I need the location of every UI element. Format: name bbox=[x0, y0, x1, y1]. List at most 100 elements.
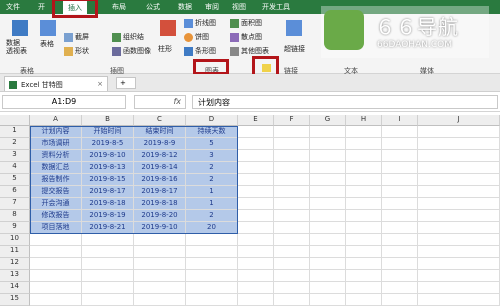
grid-cell[interactable] bbox=[418, 294, 500, 306]
grid-cell[interactable] bbox=[418, 150, 500, 162]
document-tab[interactable]: Excel 甘特图 × bbox=[4, 76, 108, 91]
new-tab-button[interactable]: + bbox=[116, 77, 136, 89]
grid-cell[interactable] bbox=[274, 174, 310, 186]
grid-cell[interactable] bbox=[238, 150, 274, 162]
row-header[interactable]: 10 bbox=[0, 234, 30, 246]
grid-cell[interactable] bbox=[346, 270, 382, 282]
col-header-j[interactable]: J bbox=[418, 115, 500, 126]
row-header[interactable]: 9 bbox=[0, 222, 30, 234]
grid-cell[interactable] bbox=[238, 174, 274, 186]
grid-cell[interactable] bbox=[310, 282, 346, 294]
grid-cell[interactable] bbox=[30, 282, 82, 294]
grid-cell[interactable] bbox=[346, 198, 382, 210]
close-icon[interactable]: × bbox=[97, 80, 103, 88]
grid-cell[interactable] bbox=[382, 138, 418, 150]
grid-cell[interactable] bbox=[382, 246, 418, 258]
row-header[interactable]: 11 bbox=[0, 246, 30, 258]
grid-cell[interactable] bbox=[310, 246, 346, 258]
grid-cell[interactable] bbox=[186, 294, 238, 306]
grid-cell[interactable] bbox=[310, 222, 346, 234]
grid-cell[interactable] bbox=[310, 126, 346, 138]
column-chart-button[interactable]: 柱形 bbox=[158, 44, 172, 54]
grid-cell[interactable] bbox=[418, 270, 500, 282]
tab-home[interactable]: 开 bbox=[38, 2, 45, 12]
grid-cell[interactable] bbox=[382, 294, 418, 306]
col-header-f[interactable]: F bbox=[274, 115, 310, 126]
grid-cell[interactable] bbox=[274, 222, 310, 234]
col-header-g[interactable]: G bbox=[310, 115, 346, 126]
table-button[interactable]: 表格 bbox=[40, 39, 54, 49]
grid-cell[interactable] bbox=[418, 222, 500, 234]
col-header-h[interactable]: H bbox=[346, 115, 382, 126]
grid-cell[interactable] bbox=[310, 210, 346, 222]
grid-cell[interactable] bbox=[274, 162, 310, 174]
scatter-chart-button[interactable]: 散点图 bbox=[230, 32, 262, 42]
grid-cell[interactable] bbox=[346, 162, 382, 174]
grid-cell[interactable] bbox=[274, 234, 310, 246]
row-header[interactable]: 12 bbox=[0, 258, 30, 270]
row-header[interactable]: 13 bbox=[0, 270, 30, 282]
row-header[interactable]: 3 bbox=[0, 150, 30, 162]
grid-cell[interactable] bbox=[238, 270, 274, 282]
grid-cell[interactable] bbox=[382, 222, 418, 234]
grid-cell[interactable] bbox=[382, 234, 418, 246]
grid-cell[interactable] bbox=[346, 174, 382, 186]
grid-cell[interactable] bbox=[186, 258, 238, 270]
shapes-button[interactable]: 形状 bbox=[64, 46, 89, 56]
select-all-corner[interactable] bbox=[0, 115, 30, 126]
grid-cell[interactable] bbox=[238, 246, 274, 258]
grid-cell[interactable] bbox=[310, 198, 346, 210]
grid-cell[interactable] bbox=[274, 270, 310, 282]
bar-chart-button[interactable]: 条形图 bbox=[184, 46, 216, 56]
row-header[interactable]: 2 bbox=[0, 138, 30, 150]
grid-cell[interactable] bbox=[346, 186, 382, 198]
grid-cell[interactable] bbox=[382, 174, 418, 186]
grid-cell[interactable] bbox=[418, 138, 500, 150]
grid-cell[interactable] bbox=[382, 150, 418, 162]
grid-cell[interactable] bbox=[30, 270, 82, 282]
col-header-c[interactable]: C bbox=[134, 115, 186, 126]
grid-cell[interactable] bbox=[310, 150, 346, 162]
grid-cell[interactable] bbox=[186, 234, 238, 246]
grid-cell[interactable] bbox=[238, 162, 274, 174]
row-header[interactable]: 1 bbox=[0, 126, 30, 138]
grid-cell[interactable] bbox=[346, 126, 382, 138]
spreadsheet-grid[interactable]: A B C D E F G H I J 1 2 3 4 5 6 7 8 9 10 11 12 13 14 1… bbox=[0, 112, 500, 307]
row-header[interactable]: 6 bbox=[0, 186, 30, 198]
pivot-table-button[interactable]: 数据 透视表 bbox=[6, 39, 27, 55]
grid-cell[interactable] bbox=[30, 294, 82, 306]
grid-cell[interactable] bbox=[382, 162, 418, 174]
grid-cell[interactable] bbox=[82, 282, 134, 294]
fx-icon[interactable]: fx bbox=[173, 97, 181, 106]
grid-cell[interactable] bbox=[382, 258, 418, 270]
grid-cell[interactable] bbox=[274, 150, 310, 162]
grid-cell[interactable] bbox=[274, 282, 310, 294]
name-box[interactable]: A1:D9 bbox=[2, 95, 126, 109]
grid-cell[interactable] bbox=[274, 210, 310, 222]
grid-cell[interactable] bbox=[134, 258, 186, 270]
tab-view[interactable]: 视图 bbox=[232, 2, 246, 12]
grid-cell[interactable] bbox=[82, 270, 134, 282]
grid-cell[interactable] bbox=[418, 210, 500, 222]
grid-cell[interactable] bbox=[310, 186, 346, 198]
formula-input[interactable]: 计划内容 bbox=[192, 95, 498, 109]
grid-cell[interactable] bbox=[310, 258, 346, 270]
grid-cell[interactable] bbox=[418, 234, 500, 246]
grid-cell[interactable] bbox=[238, 210, 274, 222]
grid-cell[interactable] bbox=[382, 126, 418, 138]
grid-cell[interactable] bbox=[238, 234, 274, 246]
grid-cell[interactable] bbox=[346, 294, 382, 306]
grid-cell[interactable] bbox=[82, 234, 134, 246]
other-chart-button[interactable]: 其他图表 bbox=[230, 46, 269, 56]
grid-cell[interactable] bbox=[238, 138, 274, 150]
grid-cell[interactable] bbox=[82, 246, 134, 258]
col-header-a[interactable]: A bbox=[30, 115, 82, 126]
grid-cell[interactable] bbox=[274, 246, 310, 258]
grid-cell[interactable] bbox=[238, 282, 274, 294]
grid-cell[interactable] bbox=[382, 270, 418, 282]
grid-cell[interactable] bbox=[346, 282, 382, 294]
grid-cell[interactable] bbox=[310, 138, 346, 150]
pie-chart-button[interactable]: 饼图 bbox=[184, 32, 209, 42]
grid-cell[interactable] bbox=[238, 222, 274, 234]
grid-cell[interactable] bbox=[186, 246, 238, 258]
